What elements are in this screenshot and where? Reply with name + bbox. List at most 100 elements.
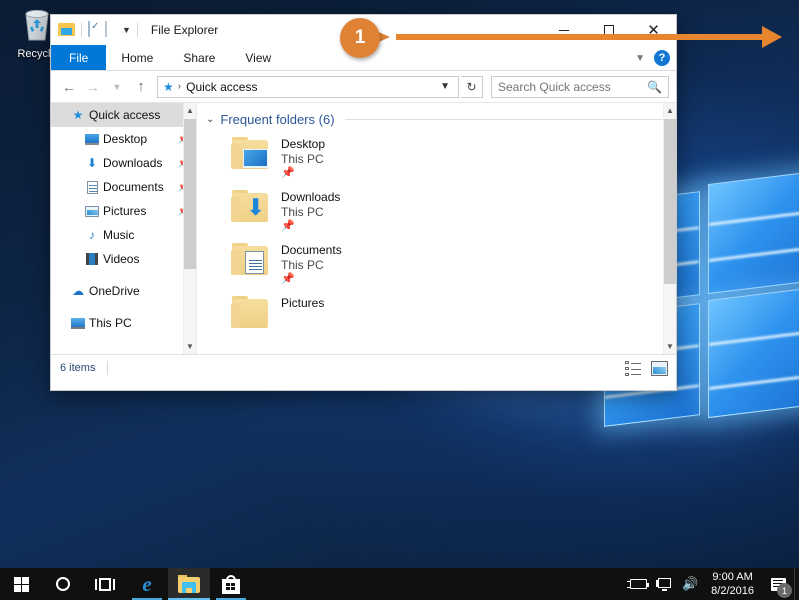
scroll-up-icon[interactable]: ▲ <box>664 103 676 118</box>
sidebar-item-pictures[interactable]: Pictures 📌 <box>51 199 196 223</box>
clock-date: 8/2/2016 <box>711 585 754 597</box>
content-pane[interactable]: ⌄ Frequent folders (6) Desktop This PC 📌 <box>197 103 676 354</box>
cortana-search-button[interactable] <box>42 568 84 600</box>
close-button[interactable]: ✕ <box>631 15 676 45</box>
tab-share[interactable]: Share <box>168 45 230 70</box>
refresh-button[interactable]: ↻ <box>461 75 483 98</box>
group-header[interactable]: ⌄ Frequent folders (6) <box>197 103 676 127</box>
search-icon: 🔍 <box>647 79 662 94</box>
callout-arrow-line <box>396 34 768 40</box>
address-bar[interactable]: ★ › Quick access ▼ <box>157 75 459 98</box>
list-item[interactable]: Pictures <box>197 286 676 333</box>
volume-icon[interactable]: 🔊 <box>677 568 703 600</box>
large-icons-view-button[interactable] <box>651 360 668 376</box>
list-item[interactable]: ⬇ Downloads This PC 📌 <box>197 180 676 233</box>
picture-icon <box>81 205 103 217</box>
sidebar-scrollbar[interactable]: ▲ ▼ <box>183 103 196 354</box>
list-item[interactable]: Desktop This PC 📌 <box>197 127 676 180</box>
minimize-button[interactable] <box>541 15 586 45</box>
explorer-icon <box>58 22 75 38</box>
chevron-down-icon[interactable]: ⌄ <box>206 114 214 125</box>
navigation-pane[interactable]: ★ Quick access Desktop 📌 ⬇ Downloads 📌 D… <box>51 103 197 354</box>
quick-access-star-icon: ★ <box>163 79 174 94</box>
scrollbar-thumb[interactable] <box>184 119 196 269</box>
document-icon <box>81 180 103 194</box>
sidebar-item-music[interactable]: ♪ Music <box>51 223 196 247</box>
sidebar-item-label: OneDrive <box>89 284 140 298</box>
up-button[interactable]: ↑ <box>130 76 152 98</box>
sidebar-item-quick-access[interactable]: ★ Quick access <box>51 103 196 127</box>
file-explorer-window[interactable]: ▼ File Explorer ✕ File Home Share View ▼… <box>50 14 677 391</box>
item-location: This PC <box>281 205 324 219</box>
window-controls[interactable]: ✕ <box>541 15 676 45</box>
sidebar-item-onedrive[interactable]: ☁ OneDrive <box>51 279 196 303</box>
item-location: This PC <box>281 258 324 272</box>
folder-downloads-icon: ⬇ <box>230 189 274 227</box>
show-desktop-button[interactable] <box>794 568 799 600</box>
sidebar-item-videos[interactable]: Videos <box>51 247 196 271</box>
maximize-button[interactable] <box>586 15 631 45</box>
breadcrumb[interactable]: Quick access <box>186 80 434 94</box>
explorer-body: ★ Quick access Desktop 📌 ⬇ Downloads 📌 D… <box>51 102 676 354</box>
video-film-icon <box>81 253 103 265</box>
scroll-down-icon[interactable]: ▼ <box>664 339 676 354</box>
list-item[interactable]: Documents This PC 📌 <box>197 233 676 286</box>
sidebar-item-label: Pictures <box>103 204 147 218</box>
folder-pictures-icon <box>230 295 274 333</box>
scroll-up-icon[interactable]: ▲ <box>184 103 196 118</box>
sidebar-item-documents[interactable]: Documents 📌 <box>51 175 196 199</box>
task-view-button[interactable] <box>84 568 126 600</box>
task-view-icon <box>95 577 115 591</box>
search-placeholder: Search Quick access <box>498 79 611 94</box>
action-center-button[interactable]: 1 <box>762 568 794 600</box>
scrollbar-thumb[interactable] <box>664 119 676 284</box>
chevron-down-icon[interactable]: ▼ <box>434 81 456 92</box>
scroll-down-icon[interactable]: ▼ <box>184 339 196 354</box>
sidebar-item-label: This PC <box>89 316 132 330</box>
sidebar-item-this-pc[interactable]: This PC <box>51 311 196 335</box>
view-buttons[interactable] <box>625 355 668 381</box>
edge-button[interactable]: e <box>126 568 168 600</box>
new-folder-button[interactable] <box>105 21 119 38</box>
pin-icon: 📌 <box>281 273 295 285</box>
tab-home[interactable]: Home <box>106 45 168 70</box>
help-button[interactable]: ? <box>654 50 670 66</box>
content-scrollbar[interactable]: ▲ ▼ <box>663 103 676 354</box>
sidebar-item-desktop[interactable]: Desktop 📌 <box>51 127 196 151</box>
network-icon[interactable] <box>651 568 677 600</box>
sidebar-item-downloads[interactable]: ⬇ Downloads 📌 <box>51 151 196 175</box>
properties-button[interactable] <box>88 21 105 38</box>
status-item-count: 6 items <box>60 361 96 374</box>
cloud-icon: ☁ <box>72 284 84 298</box>
forward-button[interactable]: → <box>82 76 104 98</box>
address-bar-row[interactable]: ← → ▼ ↑ ★ › Quick access ▼ ↻ Search Quic… <box>51 71 676 102</box>
callout-badge-1: 1 <box>340 18 380 58</box>
quick-access-star-icon: ★ <box>72 108 84 122</box>
details-view-button[interactable] <box>625 360 642 376</box>
recent-locations-button[interactable]: ▼ <box>106 76 128 98</box>
battery-charging-icon[interactable] <box>625 568 651 600</box>
group-title: Frequent folders (6) <box>220 112 335 127</box>
sidebar-item-label: Desktop <box>103 132 148 146</box>
sidebar-item-label: Videos <box>103 252 140 266</box>
file-explorer-button[interactable] <box>168 568 210 600</box>
folder-icon <box>178 575 200 593</box>
music-note-icon: ♪ <box>89 228 95 242</box>
store-button[interactable] <box>210 568 252 600</box>
separator <box>81 23 82 37</box>
tab-view[interactable]: View <box>230 45 286 70</box>
tab-file[interactable]: File <box>51 45 107 70</box>
status-bar: 6 items <box>51 354 676 380</box>
divider <box>107 360 109 375</box>
taskbar[interactable]: e 🔊 9:00 AM 8/2/2016 1 <box>0 568 799 600</box>
start-button[interactable] <box>0 568 42 600</box>
chevron-down-icon[interactable]: ▼ <box>635 53 645 64</box>
pin-icon: 📌 <box>281 220 295 232</box>
chevron-down-icon[interactable]: ▼ <box>122 25 131 35</box>
search-input[interactable]: Search Quick access 🔍 <box>491 75 669 98</box>
divider <box>344 119 664 120</box>
clock[interactable]: 9:00 AM 8/2/2016 <box>703 570 762 598</box>
back-button[interactable]: ← <box>58 76 80 98</box>
this-pc-icon <box>67 317 89 329</box>
system-tray[interactable]: 🔊 9:00 AM 8/2/2016 1 <box>625 568 799 600</box>
